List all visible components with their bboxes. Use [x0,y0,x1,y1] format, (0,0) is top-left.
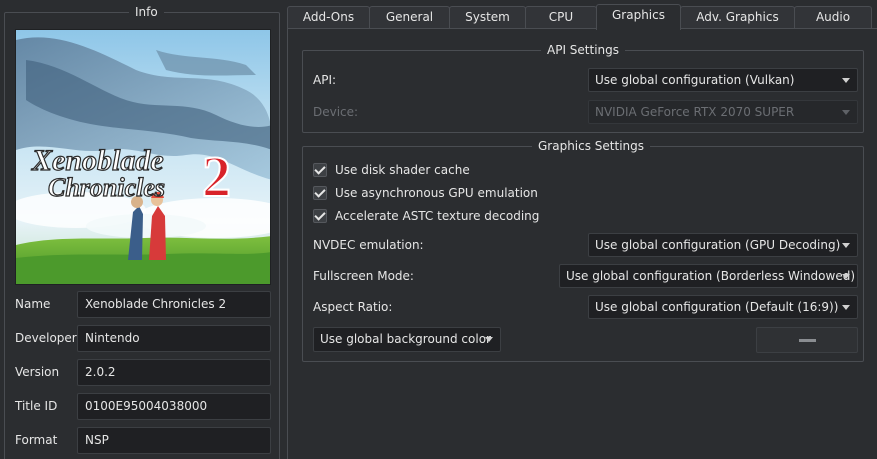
tab-graphics[interactable]: Graphics [596,4,681,30]
format-field[interactable]: NSP [77,427,271,454]
chevron-down-icon [842,274,850,279]
graphics-settings-title: Graphics Settings [532,139,651,153]
developer-field[interactable]: Nintendo [77,325,271,352]
disk-shader-cache-label: Use disk shader cache [335,163,470,177]
fullscreen-select-value: Use global configuration (Borderless Win… [566,269,856,283]
device-select: NVIDIA GeForce RTX 2070 SUPER [588,100,858,124]
async-gpu-label: Use asynchronous GPU emulation [335,186,538,200]
chevron-down-icon [842,305,850,310]
format-label: Format [15,433,58,447]
tab-adv-graphics[interactable]: Adv. Graphics [680,6,795,29]
version-field[interactable]: 2.0.2 [77,359,271,386]
info-row-developer: Developer Nintendo [15,325,277,353]
aspect-ratio-label: Aspect Ratio: [313,300,393,314]
nvdec-select[interactable]: Use global configuration (GPU Decoding) [588,233,858,257]
api-label: API: [313,73,337,87]
device-select-value: NVIDIA GeForce RTX 2070 SUPER [595,105,795,119]
graphics-tab-pane: API Settings API: Use global configurati… [287,28,877,459]
chevron-down-icon [485,337,493,342]
background-color-select[interactable]: Use global background color [313,327,501,352]
info-row-version: Version 2.0.2 [15,359,277,387]
chevron-down-icon [842,110,850,115]
api-select-value: Use global configuration (Vulkan) [595,73,795,87]
nvdec-label: NVDEC emulation: [313,238,424,252]
api-settings-title: API Settings [541,43,626,57]
info-row-name: Name Xenoblade Chronicles 2 [15,291,277,319]
info-row-title-id: Title ID 0100E95004038000 [15,393,277,421]
chevron-down-icon [842,78,850,83]
tab-add-ons[interactable]: Add-Ons [287,6,370,29]
developer-label: Developer [15,331,77,345]
fullscreen-label: Fullscreen Mode: [313,269,414,283]
title-id-label: Title ID [15,399,58,413]
checkbox-checked-icon[interactable] [313,163,327,177]
nvdec-select-value: Use global configuration (GPU Decoding) [595,238,841,252]
cover-illustration: Xenoblade Chronicles 2 [16,30,270,284]
settings-tab-bar: Add-Ons General System CPU Graphics Adv.… [287,4,877,30]
graphics-settings-group: Graphics Settings Use disk shader cache … [302,139,864,362]
tab-system[interactable]: System [449,6,526,29]
astc-decoding-label: Accelerate ASTC texture decoding [335,209,540,223]
aspect-ratio-select-value: Use global configuration (Default (16:9)… [595,300,839,314]
cover-logo-line2: Chronicles [48,173,165,202]
info-row-format: Format NSP [15,427,277,455]
api-settings-group: API Settings API: Use global configurati… [302,43,864,133]
name-label: Name [15,297,51,311]
checkbox-checked-icon[interactable] [313,209,327,223]
api-select[interactable]: Use global configuration (Vulkan) [588,68,858,92]
cover-logo-number: 2 [202,144,231,209]
chevron-down-icon [842,243,850,248]
name-field[interactable]: Xenoblade Chronicles 2 [77,291,271,318]
fullscreen-select[interactable]: Use global configuration (Borderless Win… [559,264,858,288]
tab-audio[interactable]: Audio [794,6,872,29]
device-label: Device: [313,105,359,119]
game-cover-art: Xenoblade Chronicles 2 [15,29,271,285]
checkbox-checked-icon[interactable] [313,186,327,200]
background-color-button[interactable] [756,327,858,353]
info-group: Info Xenoblade Chronicles 2 Name Xenobla… [4,5,280,459]
info-group-title: Info [129,5,164,19]
aspect-ratio-select[interactable]: Use global configuration (Default (16:9)… [588,295,858,319]
version-label: Version [15,365,60,379]
title-id-field[interactable]: 0100E95004038000 [77,393,271,420]
tab-general[interactable]: General [369,6,450,29]
color-swatch [799,339,816,342]
tab-cpu[interactable]: CPU [525,6,597,29]
background-color-select-value: Use global background color [320,332,491,346]
